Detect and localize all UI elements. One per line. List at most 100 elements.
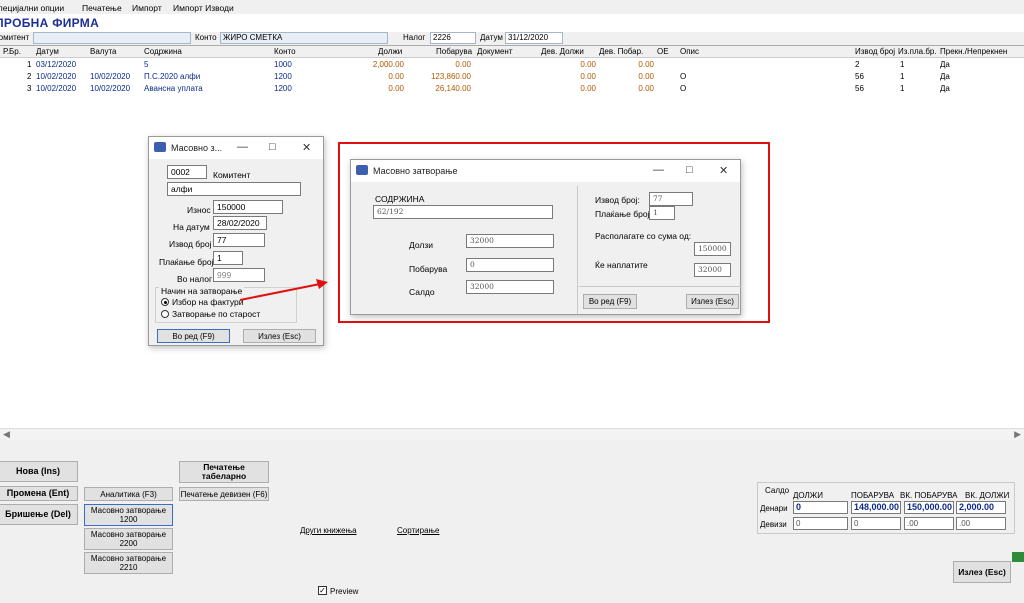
option-invoice-radio[interactable]: [161, 298, 169, 306]
col-header[interactable]: Из.пла.бр.: [898, 47, 937, 56]
col-header[interactable]: Датум: [36, 47, 59, 56]
komitent-name-field[interactable]: алфи: [167, 182, 301, 196]
plakanje-field[interactable]: 1: [213, 251, 243, 265]
col-header[interactable]: Валута: [90, 47, 116, 56]
print-table-button[interactable]: Печатење табеларно: [179, 461, 269, 483]
konto-field[interactable]: ЖИРО СМЕТКА: [220, 32, 388, 44]
option-age-radio[interactable]: [161, 310, 169, 318]
cell-preknen: Да: [940, 72, 950, 81]
menu-import-statements[interactable]: Импорт Изводи: [173, 3, 234, 13]
ok-button[interactable]: Во ред (F9): [583, 294, 637, 309]
maximize-icon[interactable]: □: [686, 164, 693, 176]
print-foreign-button[interactable]: Печатење девизен (F6): [179, 487, 269, 501]
exit-button[interactable]: Излез (Esc): [953, 561, 1011, 583]
menu-special-options[interactable]: Специјални опции: [0, 3, 64, 13]
saldo-devizi-dolzi: 0: [793, 517, 848, 530]
cell-oe: О: [680, 72, 687, 81]
minimize-icon[interactable]: —: [653, 164, 664, 176]
izvod-field[interactable]: 77: [649, 192, 693, 206]
analytics-button[interactable]: Аналитика (F3): [84, 487, 173, 501]
col-header[interactable]: Р.Бр.: [3, 47, 21, 56]
menu-import[interactable]: Импорт: [132, 3, 162, 13]
col-header[interactable]: ОЕ: [657, 47, 669, 56]
cell-datum: 10/02/2020: [36, 84, 77, 93]
preview-checkbox[interactable]: ✓: [318, 586, 327, 595]
horizontal-scrollbar[interactable]: ◀ ▶: [0, 428, 1024, 440]
delete-button[interactable]: Бришење (Del): [0, 504, 78, 525]
nalog-field[interactable]: 2226: [430, 32, 476, 44]
other-entries-link[interactable]: Други книжења: [300, 526, 357, 535]
plakanje-field[interactable]: 1: [649, 206, 675, 220]
app-icon: [356, 165, 368, 175]
table-row[interactable]: 2 10/02/2020 10/02/2020 П.С.2020 алфи 12…: [0, 72, 1024, 82]
pobaruva-field[interactable]: 0: [466, 258, 554, 272]
cell-dev-dolzi: 0.00: [580, 72, 596, 81]
mass-close-2210-button[interactable]: Масовно затворање 2210: [84, 552, 173, 574]
saldo-devizi-pobaruva: 0: [851, 517, 901, 530]
cell-izpla: 1: [900, 84, 905, 93]
exit-button[interactable]: Излез (Esc): [243, 329, 316, 343]
cell-valuta: 10/02/2020: [90, 72, 131, 81]
saldo-denari-pobaruva: 148,000.00: [851, 501, 901, 514]
mass-close-1200-button[interactable]: Масовно затворање 1200: [84, 504, 173, 526]
maximize-icon[interactable]: □: [269, 141, 276, 153]
table-row[interactable]: 3 10/02/2020 10/02/2020 Авансна уплата 1…: [0, 84, 1024, 94]
sorting-link[interactable]: Сортирање: [397, 526, 439, 535]
scroll-left-icon[interactable]: ◀: [3, 429, 10, 440]
komitent-code-field[interactable]: 0002: [167, 165, 207, 179]
minimize-icon[interactable]: —: [237, 141, 248, 153]
filter-bar: Комитент Конто ЖИРО СМЕТКА Налог 2226 Да…: [0, 32, 1024, 45]
excel-icon[interactable]: [1012, 552, 1024, 562]
sodrzina-field[interactable]: 62/192: [373, 205, 553, 219]
cell-dolzi: 2,000.00: [372, 60, 404, 69]
col-header[interactable]: Должи: [378, 47, 402, 56]
cell-valuta: 10/02/2020: [90, 84, 131, 93]
company-name: ПРОБНА ФИРМА: [0, 16, 100, 30]
nalog-label: Налог: [403, 33, 426, 42]
saldo-denari-dolzi: 0: [793, 501, 848, 514]
mass-close-dialog-small: Масовно з... — □ ✕ 0002 Комитент алфи Из…: [148, 136, 324, 346]
cell-konto: 1000: [274, 60, 292, 69]
col-header[interactable]: Конто: [274, 47, 296, 56]
col-header[interactable]: Дев. Побар.: [599, 47, 643, 56]
izvod-label: Извод број: [169, 239, 212, 249]
menu-print[interactable]: Печатење: [82, 3, 122, 13]
col-header[interactable]: Извод број: [855, 47, 895, 56]
saldo-denari-vk-pobaruva: 150,000.00: [904, 501, 954, 514]
pobaruva-label: Побарува: [409, 264, 448, 274]
col-header[interactable]: Документ: [477, 47, 513, 56]
saldo-devizi-vk-pobaruva: .00: [904, 517, 954, 530]
mass-close-2200-button[interactable]: Масовно затворање 2200: [84, 528, 173, 550]
komitent-label: Комитент: [213, 170, 251, 180]
col-header[interactable]: Прекн./Непрекнен: [940, 47, 1007, 56]
table-row[interactable]: 1 03/12/2020 5 1000 2,000.00 0.00 0.00 0…: [0, 60, 1024, 70]
cell-dev-dolzi: 0.00: [580, 84, 596, 93]
close-icon[interactable]: ✕: [302, 141, 311, 154]
raspolagate-field[interactable]: 150000: [694, 242, 731, 256]
na-datum-field[interactable]: 28/02/2020: [213, 216, 267, 230]
dolzi-label: Долзи: [409, 240, 433, 250]
saldo-devizi-vk-dolzi: .00: [956, 517, 1006, 530]
col-header[interactable]: Содржина: [144, 47, 182, 56]
cell-dev-pobar: 0.00: [638, 60, 654, 69]
komitent-field[interactable]: [33, 32, 191, 44]
col-header[interactable]: Побарува: [436, 47, 472, 56]
new-button[interactable]: Нова (Ins): [0, 461, 78, 482]
ok-button[interactable]: Во ред (F9): [157, 329, 230, 343]
col-header[interactable]: Дев. Должи: [541, 47, 584, 56]
dolzi-field[interactable]: 32000: [466, 234, 554, 248]
exit-button[interactable]: Излез (Esc): [686, 294, 739, 309]
iznos-field[interactable]: 150000: [213, 200, 283, 214]
col-header[interactable]: Опис: [680, 47, 699, 56]
plakanje-label: Плаќање број: [159, 257, 214, 267]
cell-sodrzina: П.С.2020 алфи: [144, 72, 201, 81]
izvod-field[interactable]: 77: [213, 233, 265, 247]
scroll-right-icon[interactable]: ▶: [1014, 429, 1021, 440]
cell-rbr: 3: [27, 84, 32, 93]
saldo-field[interactable]: 32000: [466, 280, 554, 294]
edit-button[interactable]: Промена (Ent): [0, 486, 78, 501]
kenaplatite-field[interactable]: 32000: [694, 263, 731, 277]
datum-field[interactable]: 31/12/2020: [505, 32, 563, 44]
close-icon[interactable]: ✕: [719, 164, 728, 177]
cell-izpla: 1: [900, 60, 905, 69]
